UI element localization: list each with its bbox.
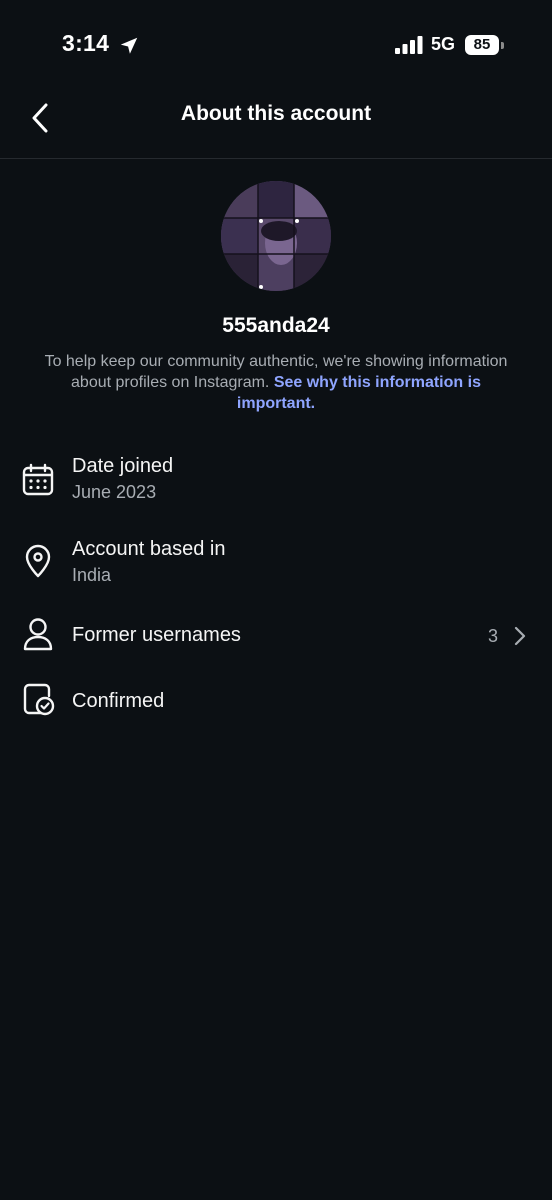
account-based-in-label: Account based in [72, 538, 226, 560]
location-arrow-icon [120, 37, 138, 54]
confirmed-row: Confirmed [0, 680, 552, 724]
location-pin-icon [20, 543, 56, 579]
status-bar: 3:14 5G 85 [0, 0, 552, 92]
header: About this account [0, 92, 552, 159]
battery-icon: 85 [465, 33, 505, 57]
date-joined-row: Date joined June 2023 [0, 452, 552, 516]
confirmed-label: Confirmed [72, 690, 165, 712]
network-type: 5G [431, 34, 456, 54]
account-based-in-row: Account based in India [0, 535, 552, 599]
date-joined-label: Date joined [72, 455, 174, 477]
former-usernames-row[interactable]: Former usernames 3 [0, 614, 552, 658]
account-based-in-value: India [72, 565, 112, 585]
battery-level: 85 [473, 36, 491, 53]
info-text: To help keep our community authentic, we… [40, 351, 512, 414]
page-title: About this account [180, 102, 372, 125]
calendar-icon [20, 462, 56, 498]
status-time: 3:14 [62, 30, 110, 56]
avatar [221, 181, 331, 291]
chevron-right-icon [514, 626, 526, 646]
person-icon [20, 616, 56, 652]
former-usernames-count: 3 [487, 626, 498, 646]
date-joined-value: June 2023 [72, 482, 157, 502]
cellular-signal-icon [395, 36, 423, 54]
verified-badge-icon [20, 682, 56, 718]
about-account-screen: 3:14 5G 85 About this account 555anda24 … [0, 0, 552, 1200]
username: 555anda24 [222, 314, 330, 337]
former-usernames-label: Former usernames [72, 624, 241, 646]
see-why-link[interactable]: See why this information is important. [237, 374, 481, 412]
